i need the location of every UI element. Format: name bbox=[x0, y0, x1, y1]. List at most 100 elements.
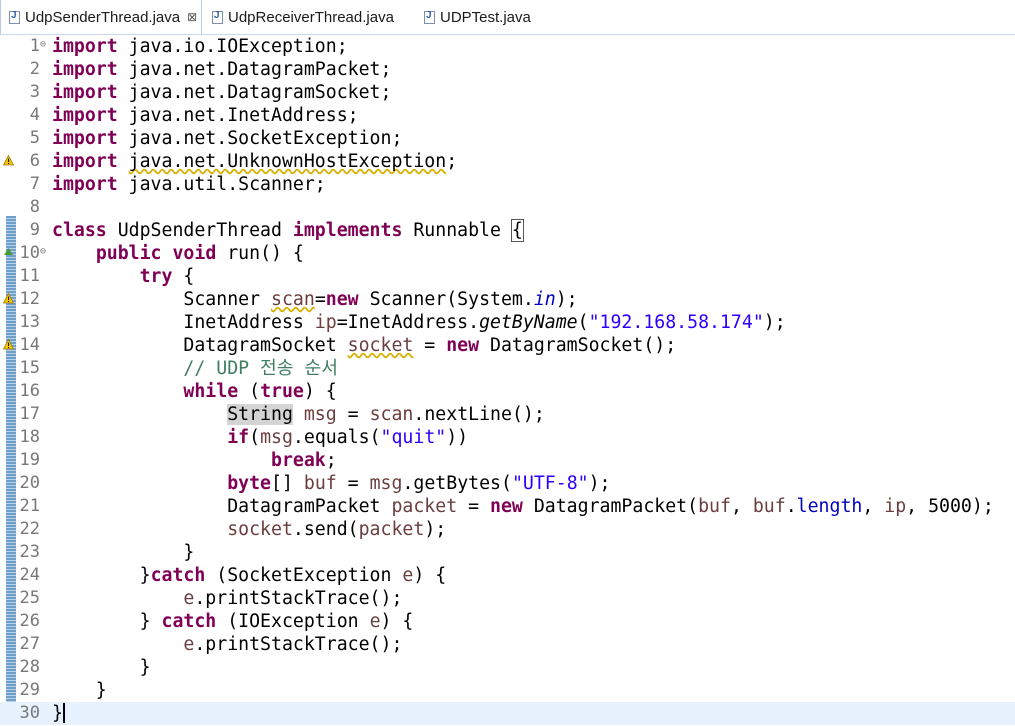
line-number: 29 bbox=[19, 680, 40, 700]
code-token: java.net.UnknownHostException bbox=[128, 151, 447, 172]
tab-udptest[interactable]: UDPTest.java bbox=[424, 0, 554, 34]
override-icon[interactable] bbox=[3, 247, 14, 258]
code-text[interactable]: class UdpSenderThread implements Runnabl… bbox=[52, 219, 524, 242]
code-token: InetAddress bbox=[52, 312, 315, 333]
tab-udpreceiverthread[interactable]: UdpReceiverThread.java bbox=[212, 0, 410, 34]
code-line[interactable]: 5 import java.net.SocketException; bbox=[0, 127, 1015, 150]
code-text[interactable]: byte[] buf = msg.getBytes("UTF-8"); bbox=[52, 472, 610, 495]
code-line[interactable]: 13 InetAddress ip=InetAddress.getByName(… bbox=[0, 311, 1015, 334]
code-token: msg bbox=[303, 404, 337, 425]
code-line[interactable]: 7 import java.util.Scanner; bbox=[0, 173, 1015, 196]
code-text[interactable]: import java.net.InetAddress; bbox=[52, 104, 359, 127]
code-text[interactable]: socket.send(packet); bbox=[52, 518, 446, 541]
code-token: = bbox=[413, 335, 447, 356]
code-text[interactable]: DatagramSocket socket = new DatagramSock… bbox=[52, 334, 676, 357]
line-number: 14 bbox=[19, 335, 40, 355]
line-number: 27 bbox=[19, 634, 40, 654]
code-line[interactable]: 30} bbox=[0, 702, 1015, 725]
warning-icon[interactable] bbox=[3, 339, 14, 350]
warning-icon[interactable] bbox=[3, 155, 14, 166]
tab-udpsenderthread[interactable]: UdpSenderThread.java ⊠ bbox=[0, 0, 202, 34]
code-line[interactable]: 22 socket.send(packet); bbox=[0, 518, 1015, 541]
code-text[interactable]: import java.io.IOException; bbox=[52, 35, 348, 58]
code-text[interactable]: Scanner scan=new Scanner(System.in); bbox=[52, 288, 577, 311]
code-line[interactable]: 4 import java.net.InetAddress; bbox=[0, 104, 1015, 127]
code-token: ) { bbox=[380, 611, 414, 632]
code-line[interactable]: 25 e.printStackTrace(); bbox=[0, 587, 1015, 610]
code-text[interactable]: } bbox=[52, 541, 194, 564]
code-line[interactable]: 27 e.printStackTrace(); bbox=[0, 633, 1015, 656]
code-text[interactable]: try { bbox=[52, 265, 195, 288]
code-token: e bbox=[402, 565, 414, 586]
code-text[interactable]: import java.net.SocketException; bbox=[52, 127, 402, 150]
code-line[interactable]: 16 while (true) { bbox=[0, 380, 1015, 403]
code-token: )) bbox=[446, 427, 469, 448]
code-line[interactable]: 21 DatagramPacket packet = new DatagramP… bbox=[0, 495, 1015, 518]
code-line[interactable]: 9 class UdpSenderThread implements Runnab… bbox=[0, 219, 1015, 242]
code-line[interactable]: 15 // UDP 전송 순서 bbox=[0, 357, 1015, 380]
code-text[interactable]: InetAddress ip=InetAddress.getByName("19… bbox=[52, 311, 785, 334]
fold-toggle-icon[interactable]: ⊖ bbox=[40, 40, 46, 50]
code-text[interactable]: } bbox=[52, 679, 107, 702]
code-line[interactable]: 26 } catch (IOException e) { bbox=[0, 610, 1015, 633]
code-text[interactable]: } bbox=[52, 702, 65, 725]
line-number: 10 bbox=[19, 243, 40, 263]
code-token: } bbox=[52, 565, 151, 586]
code-line[interactable]: 6 import java.net.UnknownHostException; bbox=[0, 150, 1015, 173]
code-text[interactable]: } bbox=[52, 656, 151, 679]
code-line[interactable]: 23 } bbox=[0, 541, 1015, 564]
code-token: e bbox=[369, 611, 381, 632]
code-token: ( bbox=[238, 381, 261, 402]
code-text[interactable]: } catch (IOException e) { bbox=[52, 610, 414, 633]
code-token: while bbox=[183, 381, 239, 402]
line-number: 20 bbox=[19, 473, 40, 493]
code-text[interactable]: }catch (SocketException e) { bbox=[52, 564, 447, 587]
code-text[interactable]: import java.net.DatagramPacket; bbox=[52, 58, 391, 81]
code-token: e bbox=[183, 634, 195, 655]
line-number: 18 bbox=[19, 427, 40, 447]
code-token: java.io.IOException; bbox=[117, 36, 348, 57]
code-line[interactable]: 17 String msg = scan.nextLine(); bbox=[0, 403, 1015, 426]
code-text[interactable]: e.printStackTrace(); bbox=[52, 633, 402, 656]
code-text[interactable]: DatagramPacket packet = new DatagramPack… bbox=[52, 495, 994, 518]
code-text[interactable]: // UDP 전송 순서 bbox=[52, 357, 338, 380]
code-line[interactable]: 12 Scanner scan=new Scanner(System.in); bbox=[0, 288, 1015, 311]
line-number: 15 bbox=[19, 358, 40, 378]
code-line[interactable]: 8 bbox=[0, 196, 1015, 219]
code-text[interactable]: if(msg.equals("quit")) bbox=[52, 426, 468, 449]
code-text[interactable]: break; bbox=[52, 449, 337, 472]
code-text[interactable]: String msg = scan.nextLine(); bbox=[52, 403, 545, 426]
close-tab-icon[interactable]: ⊠ bbox=[187, 10, 197, 24]
fold-toggle-icon[interactable]: ⊖ bbox=[40, 247, 46, 257]
code-text[interactable]: import java.net.DatagramSocket; bbox=[52, 81, 391, 104]
code-line[interactable]: 14 DatagramSocket socket = new DatagramS… bbox=[0, 334, 1015, 357]
code-token: new bbox=[446, 335, 480, 356]
code-line[interactable]: 29 } bbox=[0, 679, 1015, 702]
code-line[interactable]: 3 import java.net.DatagramSocket; bbox=[0, 81, 1015, 104]
code-line[interactable]: 18 if(msg.equals("quit")) bbox=[0, 426, 1015, 449]
line-number: 11 bbox=[19, 266, 40, 286]
code-line[interactable]: 19 break; bbox=[0, 449, 1015, 472]
code-line[interactable]: 1 ⊖ import java.io.IOException; bbox=[0, 35, 1015, 58]
code-text[interactable]: public void run() { bbox=[52, 242, 304, 265]
code-line[interactable]: 2 import java.net.DatagramPacket; bbox=[0, 58, 1015, 81]
code-line[interactable]: 10 ⊖ public void run() { bbox=[0, 242, 1015, 265]
code-token: import bbox=[52, 59, 118, 80]
warning-icon[interactable] bbox=[3, 293, 14, 304]
code-line[interactable]: 28 } bbox=[0, 656, 1015, 679]
code-token: msg bbox=[369, 473, 403, 494]
code-text[interactable]: import java.util.Scanner; bbox=[52, 173, 326, 196]
code-token: try bbox=[139, 266, 173, 287]
code-text[interactable]: while (true) { bbox=[52, 380, 336, 403]
code-text[interactable]: e.printStackTrace(); bbox=[52, 587, 402, 610]
code-line[interactable]: 24 }catch (SocketException e) { bbox=[0, 564, 1015, 587]
code-line[interactable]: 11 try { bbox=[0, 265, 1015, 288]
code-text[interactable]: import java.net.UnknownHostException; bbox=[52, 150, 457, 173]
code-token: } bbox=[52, 542, 195, 563]
code-token: new bbox=[490, 496, 523, 517]
code-line[interactable]: 20 byte[] buf = msg.getBytes("UTF-8"); bbox=[0, 472, 1015, 495]
code-editor[interactable]: 1 ⊖ import java.io.IOException; 2 import jav… bbox=[0, 35, 1015, 726]
